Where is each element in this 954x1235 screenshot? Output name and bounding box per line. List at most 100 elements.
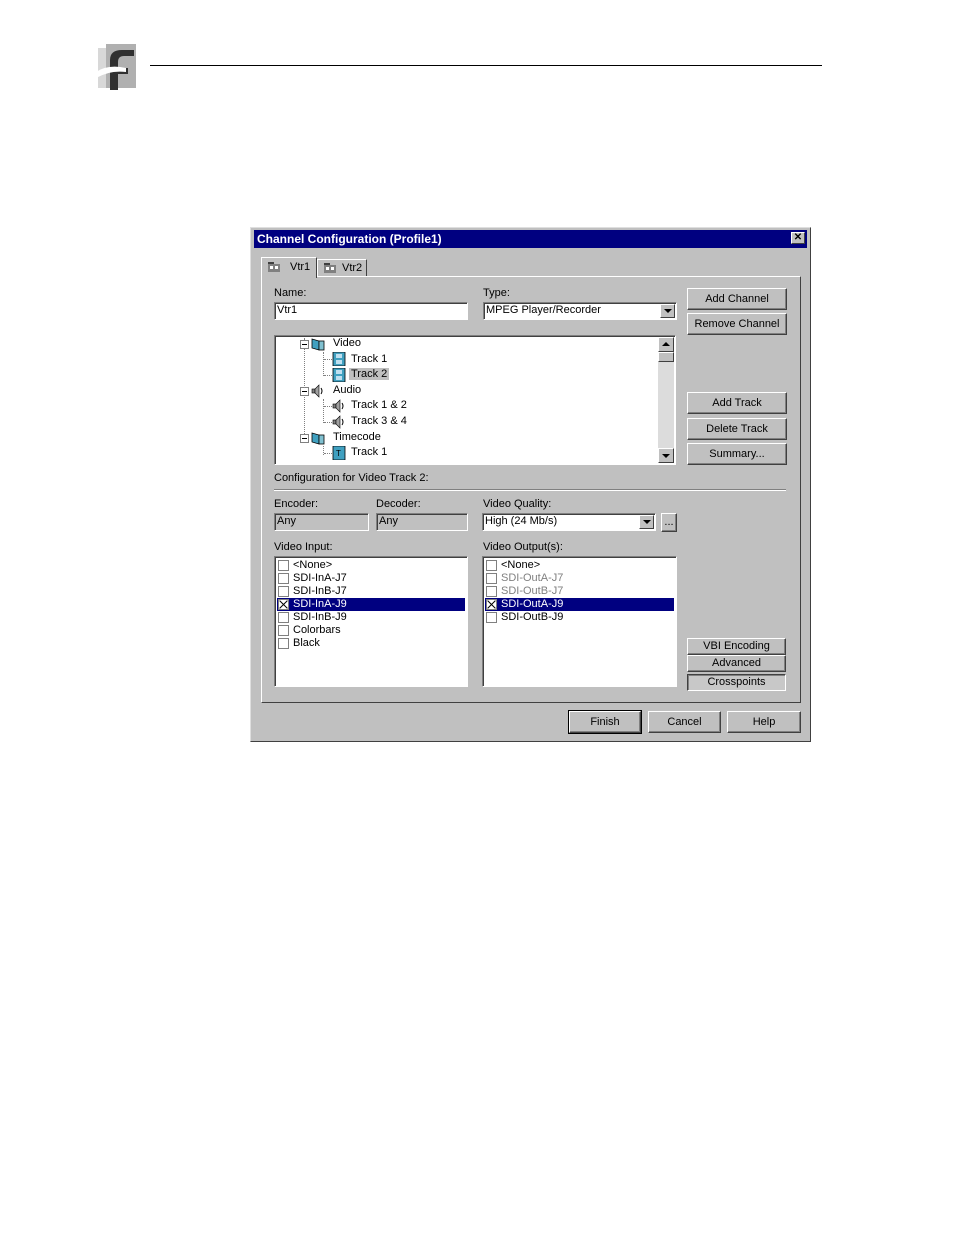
list-item[interactable]: <None> <box>485 559 674 572</box>
header-rule <box>150 65 822 66</box>
scroll-thumb[interactable] <box>658 352 674 362</box>
type-select[interactable]: MPEG Player/Recorder <box>483 302 677 320</box>
title-bar[interactable]: Channel Configuration (Profile1) ✕ <box>254 230 807 248</box>
timecode-folder-icon <box>311 432 325 445</box>
tree-line <box>324 406 332 407</box>
list-item[interactable]: SDI-InB-J9 <box>277 611 465 624</box>
video-quality-select[interactable]: High (24 Mb/s) <box>482 513 656 531</box>
delete-track-button[interactable]: Delete Track <box>687 418 787 440</box>
advanced-button[interactable]: Advanced <box>687 655 786 672</box>
list-item-label: Black <box>293 637 320 649</box>
video-input-list[interactable]: <None> SDI-InA-J7 SDI-InB-J7 SDI-InA-J9 SDI-… <box>274 556 468 687</box>
checkbox[interactable] <box>486 612 497 623</box>
list-item[interactable]: SDI-OutA-J9 <box>485 598 674 611</box>
help-button[interactable]: Help <box>727 711 801 733</box>
tree-line <box>324 453 332 454</box>
crosspoints-button[interactable]: Crosspoints <box>687 674 786 691</box>
collapse-icon[interactable] <box>300 434 309 443</box>
list-item[interactable]: Black <box>277 637 465 650</box>
list-item-label: <None> <box>293 559 333 571</box>
svg-text:T: T <box>336 449 341 458</box>
tab-vtr1-label: Vtr1 <box>290 261 311 273</box>
checkbox[interactable] <box>486 560 497 571</box>
collapse-icon[interactable] <box>300 340 309 349</box>
tree-line <box>324 375 332 376</box>
tree-node-timecode[interactable]: Timecode <box>333 431 381 443</box>
add-channel-button[interactable]: Add Channel <box>687 288 787 310</box>
checkbox[interactable] <box>278 560 289 571</box>
scroll-down-icon[interactable] <box>658 448 674 463</box>
tree-scrollbar[interactable] <box>658 337 674 463</box>
tree-node-video[interactable]: Video <box>333 337 361 349</box>
list-item-label: SDI-InB-J9 <box>293 611 347 623</box>
checkbox-checked[interactable] <box>278 599 289 610</box>
collapse-icon[interactable] <box>300 387 309 396</box>
list-item-label: Colorbars <box>293 624 341 636</box>
checkbox-checked[interactable] <box>486 599 497 610</box>
tree-node-audio-track-1-2[interactable]: Track 1 & 2 <box>351 399 407 411</box>
type-select-value: MPEG Player/Recorder <box>486 304 601 316</box>
list-item[interactable]: Colorbars <box>277 624 465 637</box>
vtr-icon <box>324 263 336 273</box>
tree-line <box>324 359 332 360</box>
decoder-label: Decoder: <box>376 498 421 510</box>
tree-line <box>323 399 324 423</box>
list-item-label: SDI-InB-J7 <box>293 585 347 597</box>
close-button[interactable]: ✕ <box>791 232 805 244</box>
speaker-icon <box>332 399 344 413</box>
encoder-field: Any <box>274 513 369 531</box>
name-input[interactable]: Vtr1 <box>274 302 468 320</box>
finish-button[interactable]: Finish <box>568 710 642 734</box>
list-item[interactable]: SDI-InA-J7 <box>277 572 465 585</box>
type-label: Type: <box>483 287 510 299</box>
cancel-button[interactable]: Cancel <box>648 711 721 733</box>
tab-vtr1[interactable]: Vtr1 <box>261 257 317 278</box>
checkbox[interactable] <box>278 638 289 649</box>
config-section-label: Configuration for Video Track 2: <box>274 472 429 484</box>
video-output-list[interactable]: <None> SDI-OutA-J7 SDI-OutB-J7 SDI-OutA-J9 S… <box>482 556 677 687</box>
chevron-down-icon[interactable] <box>639 515 654 529</box>
checkbox[interactable] <box>278 586 289 597</box>
tree-node-video-track-1[interactable]: Track 1 <box>351 353 387 365</box>
summary-button[interactable]: Summary... <box>687 443 787 465</box>
tab-vtr2[interactable]: Vtr2 <box>317 259 367 277</box>
speaker-icon <box>332 415 344 429</box>
add-track-button[interactable]: Add Track <box>687 392 787 414</box>
video-input-label: Video Input: <box>274 541 333 553</box>
list-item[interactable]: SDI-InA-J9 <box>277 598 465 611</box>
list-item-label: SDI-OutB-J7 <box>501 585 564 597</box>
film-icon <box>332 368 346 382</box>
tree-node-video-track-2[interactable]: Track 2 <box>349 368 390 380</box>
video-folder-icon <box>311 338 325 351</box>
tree-node-timecode-track-1[interactable]: Track 1 <box>351 446 387 458</box>
tree-node-audio-track-3-4[interactable]: Track 3 & 4 <box>351 415 407 427</box>
remove-channel-button[interactable]: Remove Channel <box>687 313 787 335</box>
list-item[interactable]: SDI-OutA-J7 <box>485 572 674 585</box>
checkbox[interactable] <box>486 586 497 597</box>
tree-line <box>323 352 324 376</box>
checkbox[interactable] <box>486 573 497 584</box>
vbi-encoding-button[interactable]: VBI Encoding <box>687 638 786 655</box>
quality-details-button[interactable]: ... <box>661 513 677 532</box>
checkbox[interactable] <box>278 573 289 584</box>
chevron-down-icon[interactable] <box>660 304 675 318</box>
list-item-label: SDI-OutA-J9 <box>501 598 564 610</box>
list-item[interactable]: SDI-OutB-J9 <box>485 611 674 624</box>
film-icon <box>332 352 346 366</box>
list-item[interactable]: <None> <box>277 559 465 572</box>
tree-line <box>324 422 332 423</box>
list-item[interactable]: SDI-OutB-J7 <box>485 585 674 598</box>
checkbox[interactable] <box>278 612 289 623</box>
track-tree[interactable]: Video Track 1 Track 2 Audio Track 1 & 2 … <box>274 335 676 465</box>
scroll-up-icon[interactable] <box>658 337 674 352</box>
encoder-label: Encoder: <box>274 498 319 510</box>
tree-node-audio[interactable]: Audio <box>333 384 361 396</box>
tab-vtr2-label: Vtr2 <box>342 262 363 274</box>
decoder-field: Any <box>376 513 468 531</box>
checkbox[interactable] <box>278 625 289 636</box>
vtr-icon <box>268 262 280 272</box>
list-item-label: SDI-InA-J9 <box>293 598 347 610</box>
list-item-label: <None> <box>501 559 541 571</box>
speaker-icon <box>311 384 323 398</box>
list-item[interactable]: SDI-InB-J7 <box>277 585 465 598</box>
